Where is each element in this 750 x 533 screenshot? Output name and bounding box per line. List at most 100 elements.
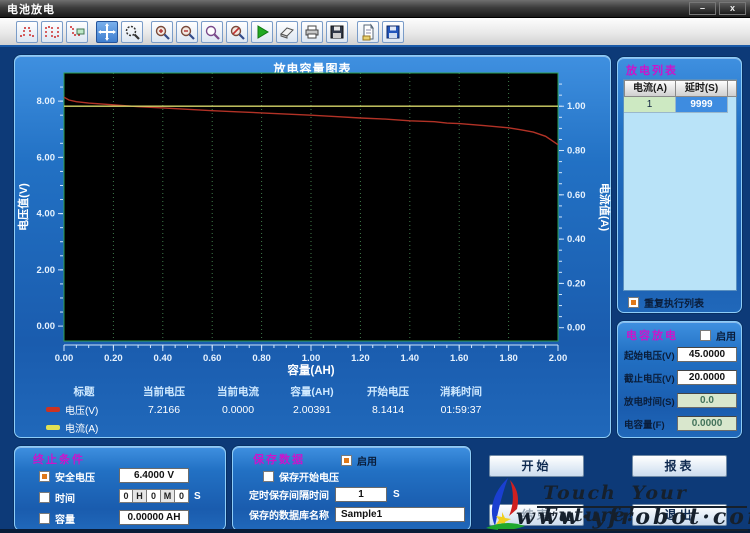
cap-enable-row[interactable]: 启用 [700,328,736,343]
cap-cutoff-voltage-input[interactable]: 20.0000 [677,370,737,385]
cap-discharge-time-field: 0.0 [677,393,737,408]
window-title: 电池放电 [0,1,55,17]
svg-text:1.20: 1.20 [351,353,370,364]
discharge-time-row: 放电时间(S) 0.0 [624,393,737,408]
col-header-current[interactable]: 电流(A) [624,80,676,97]
curve-style-2-button[interactable] [41,21,63,43]
svg-text:0.80: 0.80 [252,353,271,364]
col-header-delay[interactable]: 延时(S) [676,80,728,97]
title-bar: 电池放电 – x [0,0,750,18]
start-discharge-button[interactable]: 开始 [489,455,584,477]
svg-text:0.00: 0.00 [55,353,74,364]
svg-text:6.00: 6.00 [37,152,56,163]
zoom-reset-button[interactable] [201,21,223,43]
chart-svg[interactable]: 0.002.004.006.008.000.000.200.400.600.80… [15,56,612,439]
zoom-region-button[interactable] [226,21,248,43]
exit-button[interactable]: 退出 [632,504,727,526]
minimize-button[interactable]: – [689,2,716,15]
window-bottom-edge [0,529,750,533]
svg-text:容量(AH): 容量(AH) [286,363,334,377]
save-enable-row[interactable]: 启用 [341,453,377,468]
zoom-out-button[interactable] [176,21,198,43]
chart-panel: 放电容量图表 0.002.004.006.008.000.000.200.400… [14,55,611,438]
cap-start-voltage-input[interactable]: 45.0000 [677,347,737,362]
legend-column-title: 标题 电压(V) 电流(A) [38,384,130,435]
current-swatch [46,425,60,430]
safety-voltage-label: 安全电压 [55,469,95,484]
print-button[interactable] [301,21,323,43]
svg-text:1.60: 1.60 [450,353,469,364]
report-button[interactable]: 报表 [632,455,727,477]
time-label: 时间 [55,490,75,505]
zoom-reset-icon [203,23,221,41]
svg-text:2.00: 2.00 [37,265,56,276]
svg-text:电流值(A): 电流值(A) [598,183,612,232]
safety-voltage-input[interactable]: 6.4000 V [119,468,189,483]
erase-button[interactable] [276,21,298,43]
save-enable-label: 启用 [357,453,377,468]
row-cell-delay[interactable]: 9999 [676,97,728,113]
interval-label: 定时保存间隔时间 [249,487,329,502]
capacity-checkbox[interactable] [39,513,50,524]
time-checkbox[interactable] [39,492,50,503]
zoom-in-button[interactable] [151,21,173,43]
seconds-unit-label: S [194,491,201,502]
close-button[interactable]: x [719,2,746,15]
discharge-list-grid[interactable]: 电流(A) 延时(S) 1 9999 [623,79,737,291]
time-hours-input[interactable]: 0 [119,489,133,503]
svg-text:0.60: 0.60 [567,190,586,201]
svg-text:2.00: 2.00 [549,353,568,364]
save-start-voltage-row[interactable]: 保存开始电压 [263,469,339,484]
minutes-unit-label: M [161,489,175,503]
zoom-dynamic-icon [123,23,141,41]
save-data-panel: 保存数据 启用 保存开始电压 定时保存间隔时间 1 S 保存的数据库名称 Sam… [232,446,471,531]
row-cell-current[interactable]: 1 [624,97,676,113]
db-name-label: 保存的数据库名称 [249,507,329,522]
safety-voltage-row[interactable]: 安全电压 [39,469,95,484]
cutoff-voltage-row: 截止电压(V) 20.0000 [624,370,737,385]
svg-text:0.40: 0.40 [154,353,173,364]
pan-tool-button[interactable] [96,21,118,43]
svg-text:1.40: 1.40 [401,353,420,364]
curve-style-1-button[interactable] [16,21,38,43]
cap-enable-checkbox[interactable] [700,330,711,341]
svg-text:电压值(V): 电压值(V) [16,183,30,231]
cap-enable-label: 启用 [716,328,736,343]
interval-input[interactable]: 1 [335,487,387,502]
zoom-in-icon [153,23,171,41]
capacity-input[interactable]: 0.00000 AH [119,510,189,525]
save-enable-checkbox[interactable] [341,455,352,466]
svg-text:0.00: 0.00 [567,323,586,334]
svg-text:1.00: 1.00 [567,101,586,112]
stop-conditions-title: 终止条件 [33,451,85,467]
capacity-row[interactable]: 容量 [39,511,75,526]
zoom-region-icon [228,23,246,41]
legend-column-elapsed: 消耗时间 01:59:37 [415,384,507,416]
capacitance-field: 0.0000 [677,416,737,431]
hours-unit-label: H [133,489,147,503]
zoom-dynamic-button[interactable] [121,21,143,43]
save-start-voltage-checkbox[interactable] [263,471,274,482]
safety-voltage-checkbox[interactable] [39,471,50,482]
run-button[interactable] [251,21,273,43]
svg-text:0.40: 0.40 [567,234,586,245]
svg-text:8.00: 8.00 [37,96,56,107]
time-seconds-input[interactable]: 0 [175,489,189,503]
svg-text:0.80: 0.80 [567,146,586,157]
toolbar [0,18,750,47]
curve-style-3-button[interactable] [66,21,88,43]
repeat-list-checkbox[interactable] [628,297,639,308]
capacitance-row: 电容量(F) 0.0000 [624,416,737,431]
svg-text:0.60: 0.60 [203,353,222,364]
time-minutes-input[interactable]: 0 [147,489,161,503]
export-data-button[interactable] [382,21,404,43]
svg-text:1.00: 1.00 [302,353,321,364]
legend-entry-voltage: 电压(V) [38,402,130,417]
time-row[interactable]: 时间 [39,490,75,505]
interval-unit-label: S [393,489,400,500]
curve-style-2-icon [43,23,61,41]
open-report-button[interactable] [357,21,379,43]
db-name-input[interactable]: Sample1 [335,507,465,522]
save-button[interactable] [326,21,348,43]
repeat-list-row[interactable]: 重复执行列表 [628,295,704,310]
